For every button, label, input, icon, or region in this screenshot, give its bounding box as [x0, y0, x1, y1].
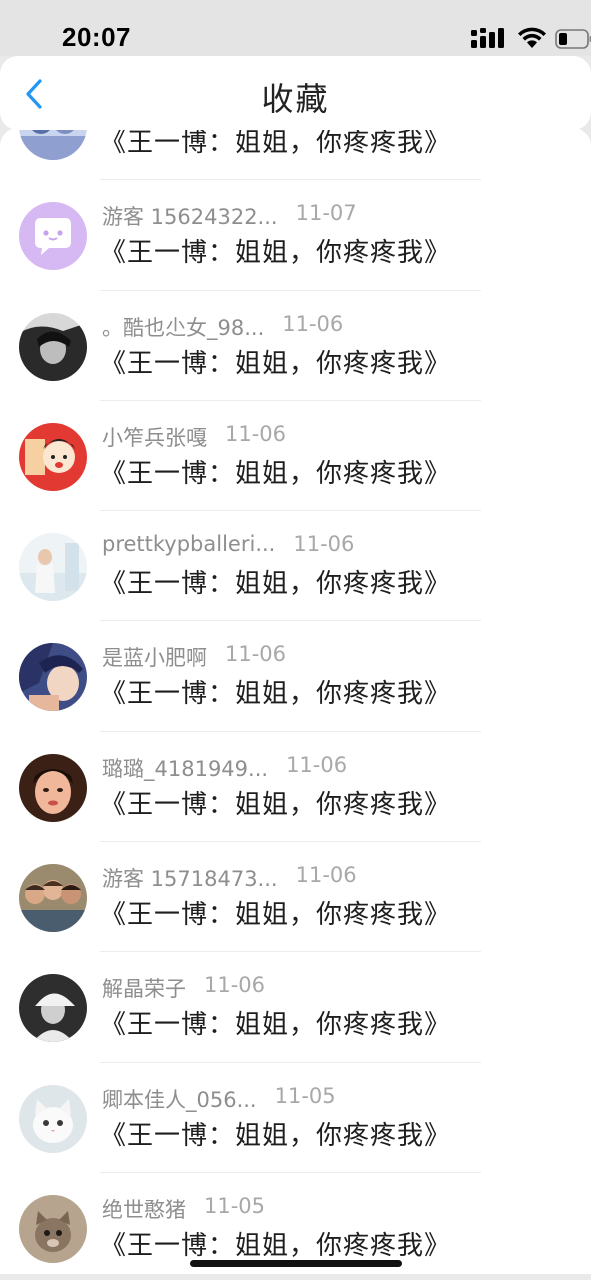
- cat-avatar: [19, 1084, 87, 1153]
- favorite-title: 《王一博：姐姐，你疼疼我》: [100, 238, 452, 269]
- favorite-title: 《王一博：姐姐，你疼疼我》: [100, 569, 452, 600]
- list-item[interactable]: prettkypballeri... 11-06 《王一博：姐姐，你疼疼我》: [0, 511, 591, 622]
- favorite-title: 《王一博：姐姐，你疼疼我》: [100, 458, 452, 489]
- light-photo-avatar: [19, 533, 87, 602]
- list-item[interactable]: 游客 15718473... 11-06 《王一博：姐姐，你疼疼我》: [0, 842, 591, 953]
- user-name: 游客 15624322...: [102, 205, 278, 230]
- list-item[interactable]: 卿本佳人_056... 11-05 《王一博：姐姐，你疼疼我》: [0, 1063, 591, 1174]
- list-item[interactable]: 。酷也尐女_98... 11-06 《王一博：姐姐，你疼疼我》: [0, 291, 591, 402]
- favorite-title: 《王一博：姐姐，你疼疼我》: [100, 900, 452, 931]
- favorite-title: 《王一博：姐姐，你疼疼我》: [100, 128, 452, 158]
- bottom-edge: [0, 1274, 591, 1280]
- wifi-icon: [518, 27, 546, 48]
- user-name: 绝世憨猪: [102, 1197, 186, 1222]
- anime-avatar: [19, 643, 87, 712]
- status-time: 20:07: [62, 22, 131, 52]
- list-item[interactable]: 璐璐_4181949... 11-06 《王一博：姐姐，你疼疼我》: [0, 732, 591, 843]
- favorite-title: 《王一博：姐姐，你疼疼我》: [100, 1120, 452, 1151]
- page-title: 收藏: [261, 80, 330, 118]
- home-indicator[interactable]: [190, 1260, 402, 1267]
- user-name: 璐璐_4181949...: [102, 756, 269, 781]
- list-item[interactable]: 游客 15624322... 11-07 《王一博：姐姐，你疼疼我》: [0, 180, 591, 291]
- cartoon-avatar: [19, 128, 87, 160]
- bw-photo-avatar: [19, 312, 87, 381]
- favorites-list-card: 《王一博：姐姐，你疼疼我》 游客 15624322... 11-07 《王一博：…: [0, 128, 591, 1280]
- date: 11-06: [225, 421, 287, 446]
- group-photo-avatar: [19, 864, 87, 933]
- date: 11-06: [293, 532, 355, 557]
- date: 11-05: [274, 1083, 336, 1108]
- user-name: 游客 15718473...: [102, 867, 278, 892]
- status-bar: 20:07: [0, 0, 591, 56]
- signal-icon: [471, 28, 504, 48]
- list-item[interactable]: 《王一博：姐姐，你疼疼我》: [0, 128, 591, 181]
- list-item[interactable]: 是蓝小肥啊 11-06 《王一博：姐姐，你疼疼我》: [0, 621, 591, 733]
- battery-icon: [555, 29, 591, 49]
- user-name: 小笮兵张嘎: [102, 425, 207, 450]
- favorites-list: 《王一博：姐姐，你疼疼我》 游客 15624322... 11-07 《王一博：…: [0, 128, 591, 1280]
- date: 11-06: [282, 311, 344, 336]
- user-name: 。酷也尐女_98...: [102, 315, 265, 340]
- list-item[interactable]: 小笮兵张嘎 11-06 《王一博：姐姐，你疼疼我》: [0, 401, 591, 512]
- selfie-avatar: [19, 753, 87, 822]
- favorite-title: 《王一博：姐姐，你疼疼我》: [100, 348, 452, 379]
- date: 11-06: [295, 863, 357, 888]
- nav-bar: 收藏: [0, 56, 591, 130]
- favorite-title: 《王一博：姐姐，你疼疼我》: [100, 1230, 452, 1261]
- bw-cap-avatar: [19, 974, 87, 1043]
- user-name: 卿本佳人_056...: [102, 1087, 257, 1112]
- user-name: 是蓝小肥啊: [102, 646, 207, 671]
- date: 11-06: [225, 642, 287, 667]
- cartoon-red-avatar: [19, 422, 87, 491]
- user-name: 解晶荣子: [102, 977, 186, 1002]
- date: 11-06: [286, 752, 348, 777]
- list-item[interactable]: 解晶荣子 11-06 《王一博：姐姐，你疼疼我》: [0, 952, 591, 1063]
- chat-bubble-avatar: [19, 202, 87, 271]
- date: 11-07: [295, 201, 357, 226]
- favorite-title: 《王一博：姐姐，你疼疼我》: [100, 1010, 452, 1041]
- date: 11-06: [204, 973, 266, 998]
- favorite-title: 《王一博：姐姐，你疼疼我》: [100, 679, 452, 710]
- favorite-title: 《王一博：姐姐，你疼疼我》: [100, 789, 452, 820]
- kitten-avatar: [19, 1194, 87, 1263]
- user-name: prettkypballeri...: [102, 532, 276, 557]
- date: 11-05: [204, 1193, 266, 1218]
